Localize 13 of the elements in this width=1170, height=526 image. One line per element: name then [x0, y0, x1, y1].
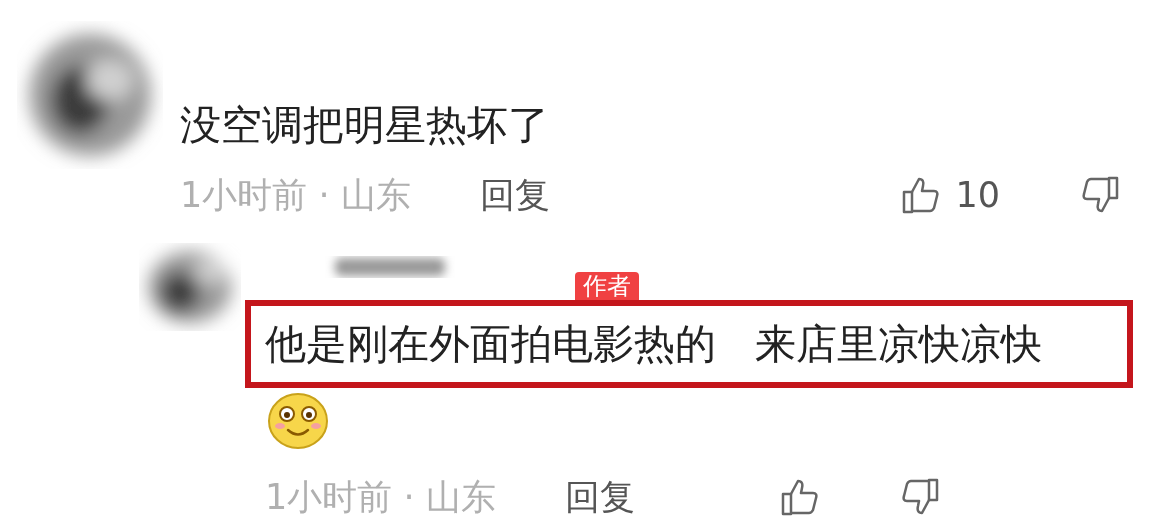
smiley-icon — [267, 392, 329, 450]
like-count: 10 — [955, 173, 1000, 217]
comment-text: 他是刚在外面拍电影热的 来店里凉快凉快 — [265, 319, 1043, 369]
time-location: 1小时前 · 山东 — [265, 475, 497, 519]
reply-link[interactable]: 回复 — [480, 168, 550, 222]
time-location: 1小时前 · 山东 — [180, 173, 412, 217]
thumbs-up-icon[interactable] — [780, 477, 820, 517]
thumbs-up-icon[interactable] — [901, 175, 942, 215]
thumbs-down-icon[interactable] — [900, 477, 940, 517]
thumbs-down-icon[interactable] — [1080, 175, 1120, 215]
author-badge: 作者 — [575, 272, 639, 300]
reply-link[interactable]: 回复 — [565, 470, 635, 524]
comment-text: 没空调把明星热坏了 — [180, 100, 549, 150]
